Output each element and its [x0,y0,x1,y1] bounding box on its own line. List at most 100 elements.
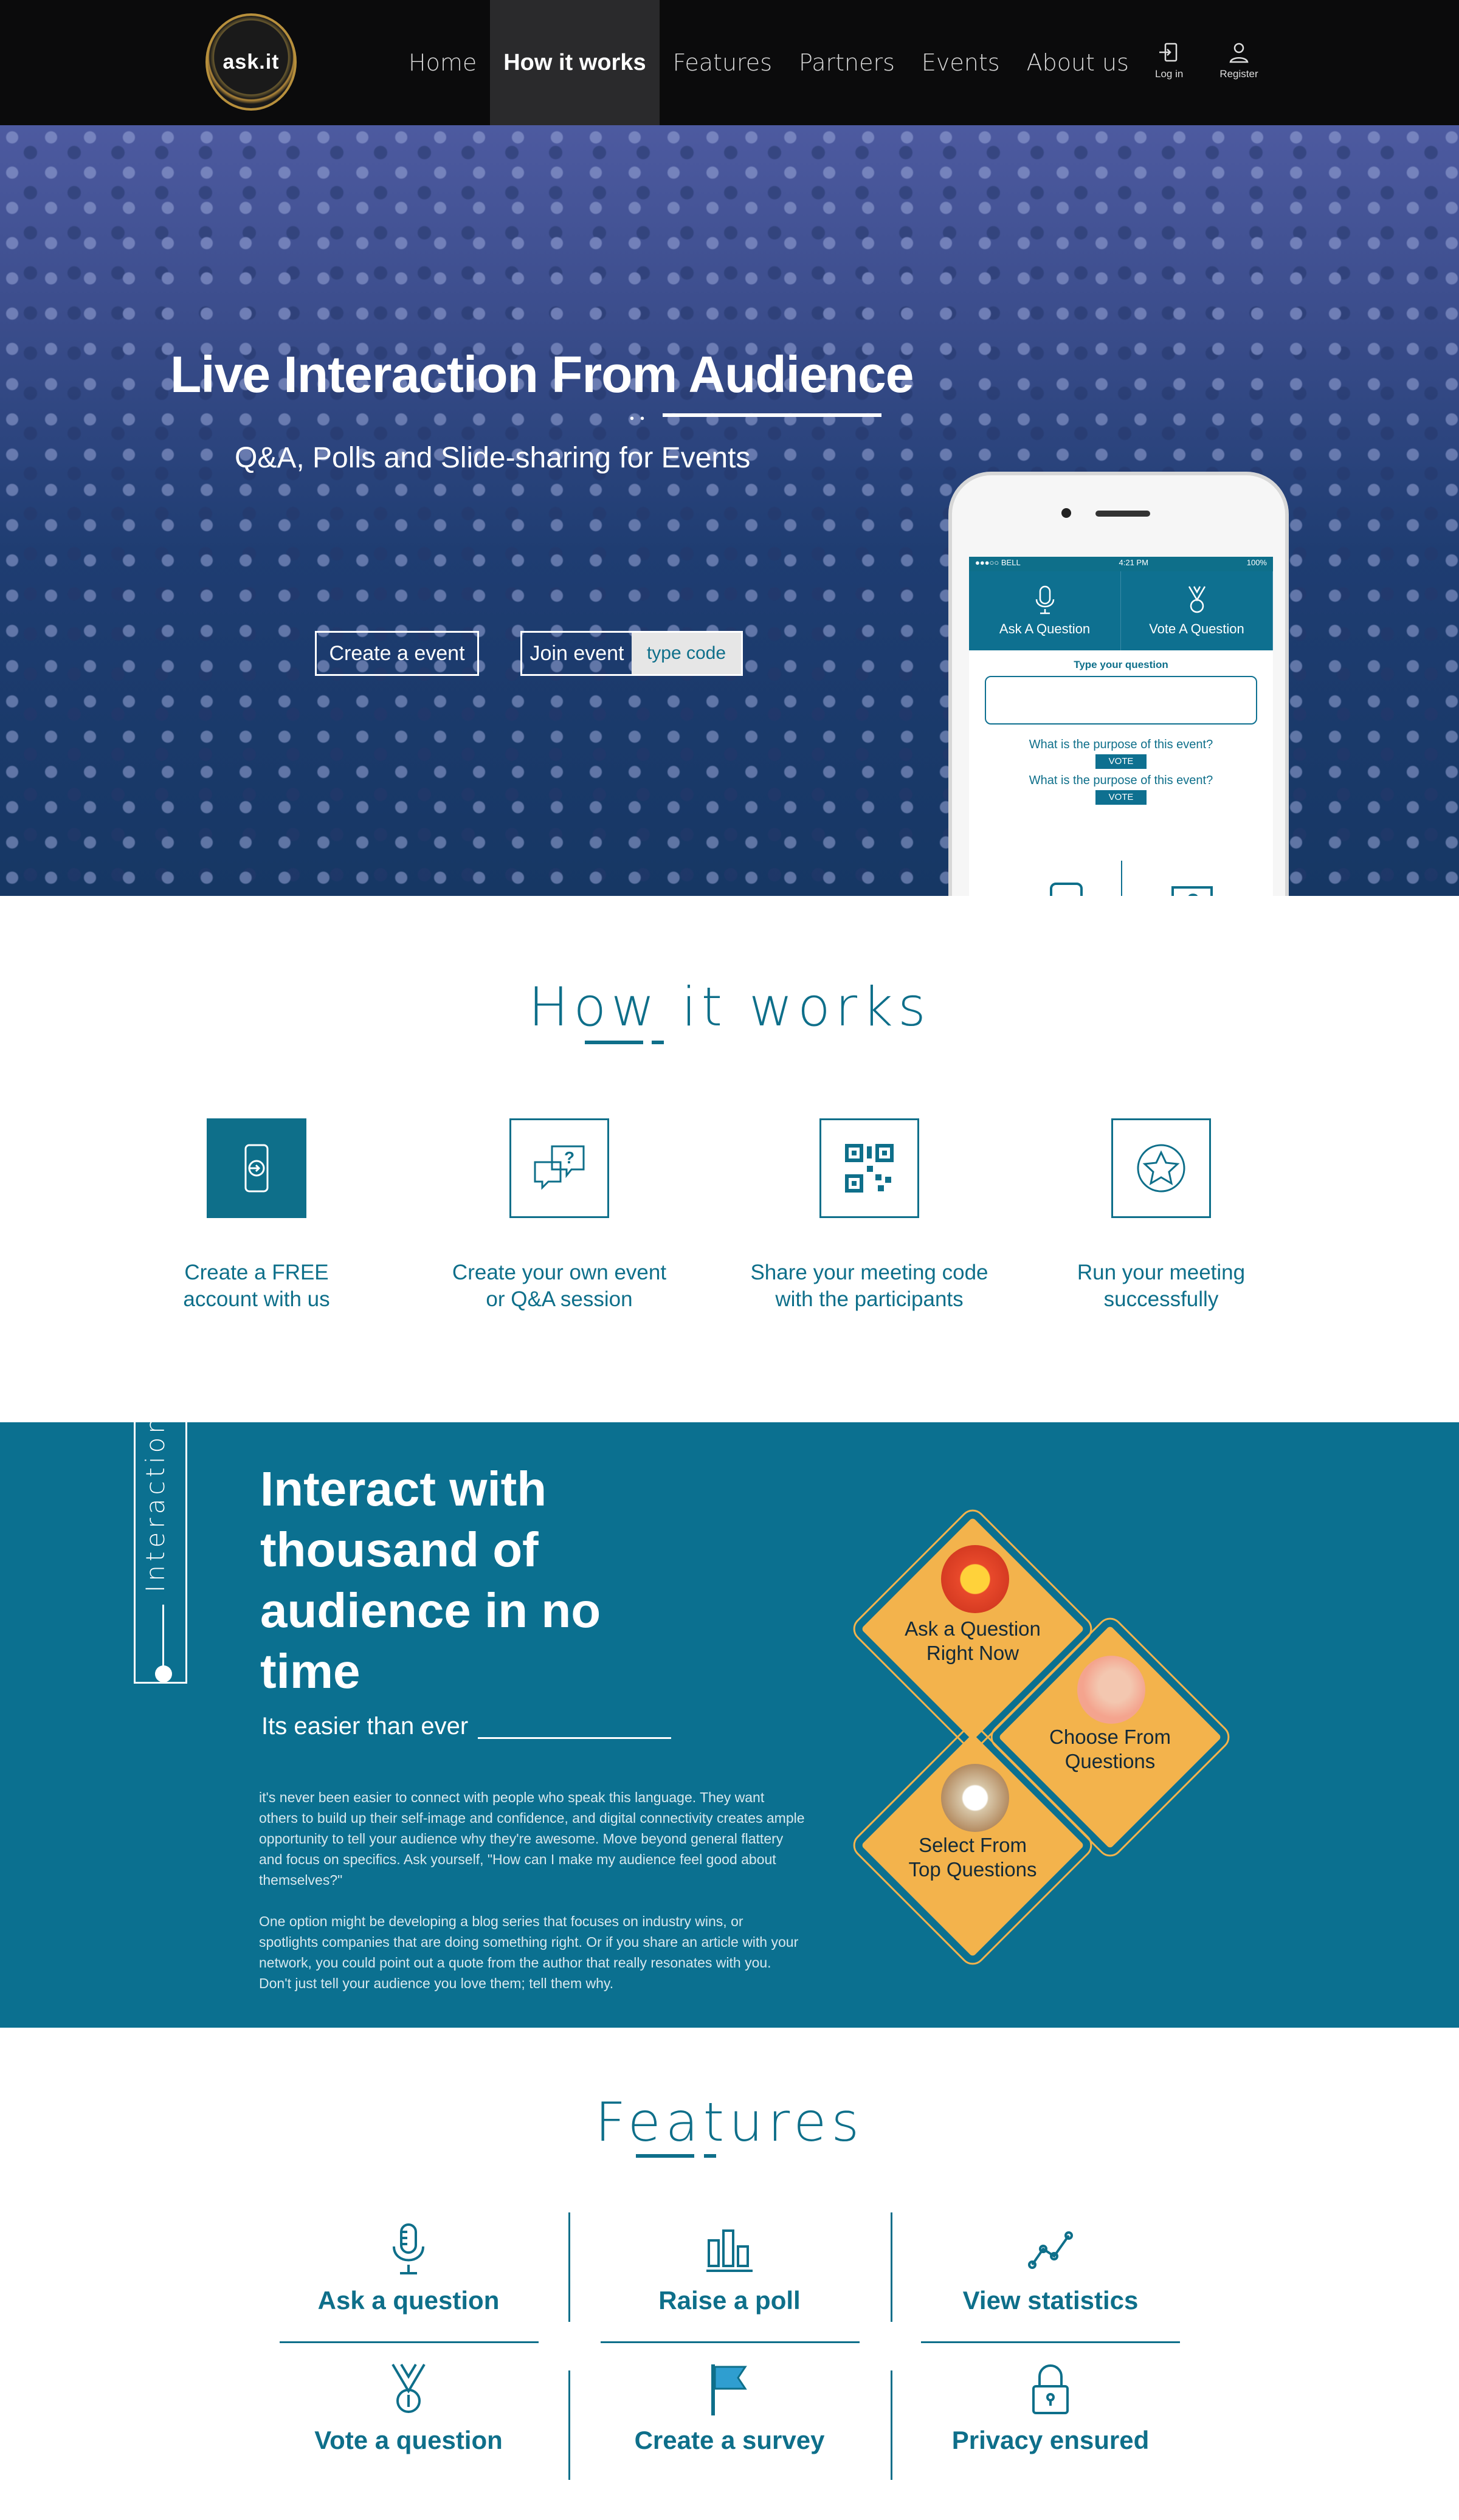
line-graph-icon [1028,2231,1073,2269]
grid-divider [1121,861,1122,896]
phone-feature-grid: ? [1012,861,1230,896]
vote-button[interactable]: VOTE [1095,754,1147,769]
nav-about-us[interactable]: About us [1013,0,1142,125]
battery: 100% [1246,558,1267,567]
feature-view-statistics[interactable]: View statistics [923,2222,1178,2315]
nav-home[interactable]: Home [395,0,490,125]
phone-camera [1061,508,1071,518]
phone-mockup: ●●●○○ BELL 4:21 PM 100% Ask A Question V… [948,472,1289,896]
qr-code-icon [845,1144,894,1193]
phone-status-bar: ●●●○○ BELL 4:21 PM 100% [969,557,1273,571]
question-item: What is the purpose of this event? [1029,774,1213,787]
step-icon-box: ? [509,1118,609,1218]
tab-ask-label: Ask A Question [999,621,1091,636]
step-icon-box [819,1118,919,1218]
features-title: Features [595,2091,864,2153]
step-create-event: ? Create your own event or Q&A session [432,1118,687,1313]
microphone-icon [393,2223,424,2274]
login-phone-icon [244,1144,269,1193]
nav-how-it-works[interactable]: How it works [490,0,660,125]
vertical-label-box: Interaction [134,1414,187,1684]
feature-divider [921,2341,1180,2343]
interaction-section: Interaction Interact with thousand of au… [0,1414,1459,2028]
flag-icon [711,2364,747,2415]
bar-chart-icon [706,2229,753,2272]
tab-ask-question[interactable]: Ask A Question [969,571,1121,650]
nav-features[interactable]: Features [660,0,785,125]
interaction-heading: Interact with thousand of audience in no… [260,1462,601,1698]
nav-partners[interactable]: Partners [785,0,908,125]
subheading-line [478,1737,671,1739]
feature-label: Vote a question [314,2426,503,2454]
chat-question-icon: ? [534,1145,585,1190]
join-event-button[interactable]: Join event [522,633,632,674]
feature-divider [601,2341,860,2343]
create-event-button[interactable]: Create a event [315,631,479,676]
title-underline [636,2154,694,2158]
step-text: Share your meeting code [750,1261,988,1284]
svg-text:?: ? [1187,890,1199,896]
type-question-label: Type your question [1074,659,1168,670]
magnifier-icon [1077,1656,1145,1724]
main-menu: Home How it works Features Partners Even… [395,0,1142,125]
diamond-choose-label: Choose From Questions [1049,1726,1171,1772]
notepad-icon [941,1764,1009,1832]
chat-question-icon: ? [1171,886,1213,896]
account-links: Log in Register [1155,40,1258,80]
feature-vote-question[interactable]: Vote a question [281,2362,536,2455]
paragraph: it's never been easier to connect with p… [259,1789,805,1888]
feature-ask-question[interactable]: Ask a question [281,2222,536,2315]
feature-label: Raise a poll [658,2286,801,2315]
feature-label: View statistics [962,2286,1139,2315]
title-underline-dot [652,1041,664,1044]
feature-divider [568,2370,570,2480]
vertical-label: Interaction [140,1414,170,1592]
title-underline-dot [704,2154,716,2158]
padlock-icon [1032,2364,1069,2414]
phone-screen: ●●●○○ BELL 4:21 PM 100% Ask A Question V… [969,557,1273,896]
step-text: Create your own event [452,1261,667,1284]
join-event-group: Join event type code [520,631,743,676]
feature-privacy[interactable]: Privacy ensured [923,2362,1178,2455]
login-label: Log in [1155,68,1184,80]
feature-divider [891,2370,892,2480]
hero-subtitle: Q&A, Polls and Slide-sharing for Events [235,442,751,474]
step-share-code: Share your meeting code with the particip… [742,1118,997,1313]
top-navbar: ask.it Home How it works Features Partne… [0,0,1459,125]
feature-raise-poll[interactable]: Raise a poll [602,2222,857,2315]
step-icon-box [1111,1118,1211,1218]
tab-vote-question[interactable]: Vote A Question [1121,571,1273,650]
title-underline [585,1041,643,1044]
event-code-input[interactable]: type code [632,633,741,674]
feature-create-survey[interactable]: Create a survey [602,2362,857,2455]
feature-label: Ask a question [317,2286,500,2315]
medal-icon [1188,586,1205,613]
question-textarea[interactable] [985,676,1257,725]
interaction-subheading: Its easier than ever [261,1713,469,1740]
step-icon-box [207,1118,306,1218]
logo-text: ask.it [222,50,280,74]
login-link[interactable]: Log in [1155,40,1183,80]
step-create-account: Create a FREE account with us [129,1118,384,1313]
step-run-meeting: Run your meeting successfully [1033,1118,1289,1313]
star-icon [1137,1144,1185,1193]
lightbulb-icon [941,1545,1009,1613]
carrier: ●●●○○ BELL [975,558,1021,567]
logo[interactable]: ask.it [205,13,297,111]
feature-divider [891,2212,892,2322]
question-item: What is the purpose of this event? [1029,738,1213,751]
step-text: or Q&A session [486,1287,633,1311]
interaction-body: it's never been easier to connect with p… [259,1787,806,1994]
vote-button[interactable]: VOTE [1095,790,1147,805]
register-link[interactable]: Register [1219,40,1258,80]
diamond-ask-label: Ask a Question Right Now [905,1617,1041,1664]
nav-events[interactable]: Events [908,0,1013,125]
paragraph: One option might be developing a blog se… [259,1913,799,1991]
medal-icon [391,2363,426,2413]
svg-text:?: ? [564,1148,574,1167]
diamond-select-label: Select From Top Questions [908,1834,1037,1881]
login-phone-icon [1050,883,1083,896]
hero-section: Live Interaction From Audience •• Q&A, P… [0,125,1459,896]
microphone-icon [1035,585,1054,615]
vertical-dot [155,1665,172,1682]
